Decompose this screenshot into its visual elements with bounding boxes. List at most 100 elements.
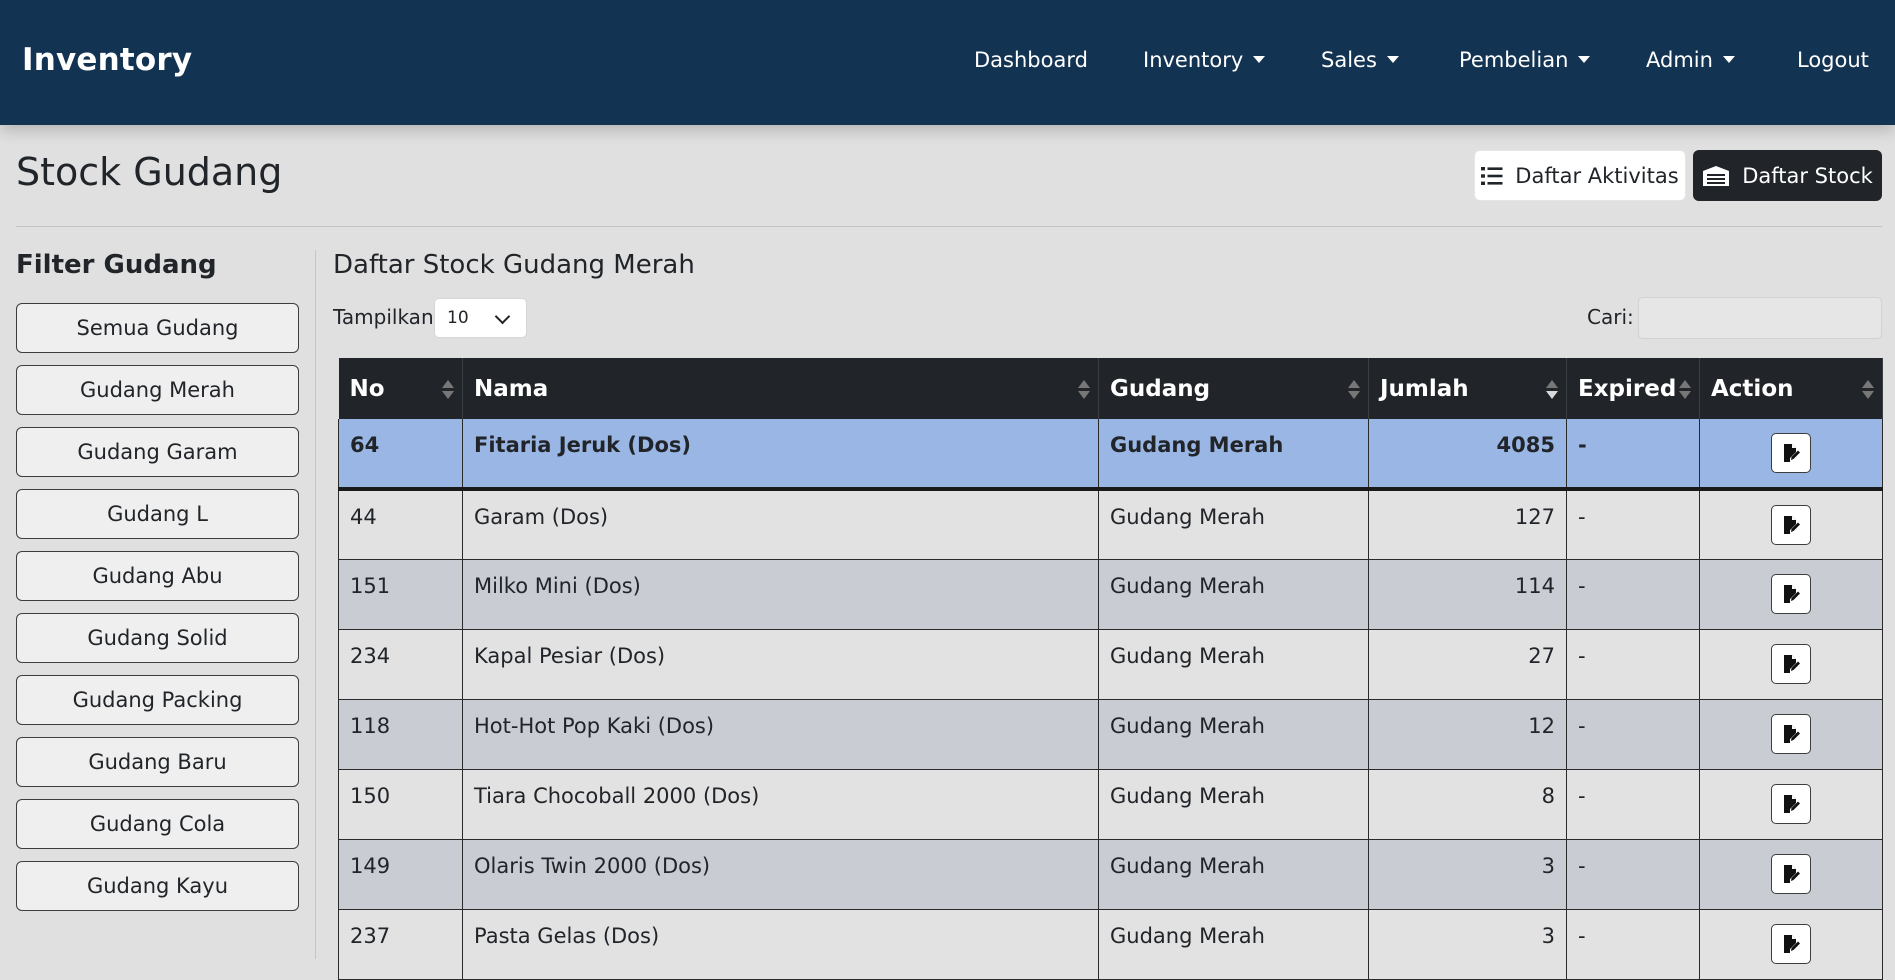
chevron-down-icon bbox=[1722, 56, 1735, 63]
cell-no: 234 bbox=[338, 629, 463, 700]
cell-nama: Garam (Dos) bbox=[462, 489, 1099, 560]
chevron-down-icon bbox=[1578, 56, 1591, 63]
page-title: Stock Gudang bbox=[16, 150, 283, 194]
edit-file-icon bbox=[1784, 724, 1800, 743]
filter-gudang-baru-button[interactable]: Gudang Baru bbox=[16, 737, 299, 787]
sort-icon bbox=[1862, 380, 1874, 400]
cell-gudang: Gudang Merah bbox=[1098, 559, 1369, 630]
cell-gudang: Gudang Merah bbox=[1098, 769, 1369, 840]
nav-sales[interactable]: Sales bbox=[1321, 48, 1399, 72]
table-row[interactable]: 44 Garam (Dos) Gudang Merah 127 - bbox=[338, 489, 1883, 560]
edit-file-icon bbox=[1784, 864, 1800, 883]
filter-gudang-kayu-button[interactable]: Gudang Kayu bbox=[16, 861, 299, 911]
table-row[interactable]: 118 Hot-Hot Pop Kaki (Dos) Gudang Merah … bbox=[338, 699, 1883, 770]
cell-gudang: Gudang Merah bbox=[1098, 419, 1369, 491]
column-header-label: No bbox=[349, 375, 385, 402]
column-header-label: Nama bbox=[474, 375, 549, 402]
cell-gudang: Gudang Merah bbox=[1098, 839, 1369, 910]
nav-logout[interactable]: Logout bbox=[1797, 48, 1869, 72]
daftar-aktivitas-button[interactable]: Daftar Aktivitas bbox=[1474, 150, 1686, 201]
nav-dashboard-label: Dashboard bbox=[974, 48, 1088, 72]
nav-admin-label: Admin bbox=[1646, 48, 1713, 72]
column-header-action[interactable]: Action bbox=[1699, 358, 1883, 419]
chevron-down-icon bbox=[1253, 56, 1266, 63]
chevron-down-icon bbox=[494, 308, 511, 325]
nav-inventory[interactable]: Inventory bbox=[1143, 48, 1266, 72]
edit-file-icon bbox=[1784, 794, 1800, 813]
cell-jumlah: 3 bbox=[1368, 909, 1567, 980]
cell-no: 149 bbox=[338, 839, 463, 910]
cell-jumlah: 127 bbox=[1368, 489, 1567, 560]
filter-gudang-l-button[interactable]: Gudang L bbox=[16, 489, 299, 539]
nav-pembelian[interactable]: Pembelian bbox=[1459, 48, 1591, 72]
table-header-row: No Nama Gudang Jumlah Expired Action bbox=[338, 358, 1883, 419]
cell-nama: Tiara Chocoball 2000 (Dos) bbox=[462, 769, 1099, 840]
column-header-nama[interactable]: Nama bbox=[462, 358, 1099, 419]
cell-no: 237 bbox=[338, 909, 463, 980]
filter-gudang-list: Semua Gudang Gudang Merah Gudang Garam G… bbox=[16, 303, 299, 923]
filter-gudang-cola-button[interactable]: Gudang Cola bbox=[16, 799, 299, 849]
table-row[interactable]: 64 Fitaria Jeruk (Dos) Gudang Merah 4085… bbox=[338, 419, 1883, 491]
sort-icon bbox=[442, 380, 454, 400]
column-header-no[interactable]: No bbox=[338, 358, 463, 419]
table-row[interactable]: 149 Olaris Twin 2000 (Dos) Gudang Merah … bbox=[338, 839, 1883, 910]
table-row[interactable]: 150 Tiara Chocoball 2000 (Dos) Gudang Me… bbox=[338, 769, 1883, 840]
edit-button[interactable] bbox=[1771, 923, 1811, 964]
table-row[interactable]: 237 Pasta Gelas (Dos) Gudang Merah 3 - bbox=[338, 909, 1883, 980]
cell-gudang: Gudang Merah bbox=[1098, 699, 1369, 770]
cell-expired: - bbox=[1566, 839, 1700, 910]
column-header-gudang[interactable]: Gudang bbox=[1098, 358, 1369, 419]
cell-no: 118 bbox=[338, 699, 463, 770]
cell-expired: - bbox=[1566, 909, 1700, 980]
header-divider bbox=[16, 226, 1882, 227]
cell-expired: - bbox=[1566, 629, 1700, 700]
filter-gudang-packing-button[interactable]: Gudang Packing bbox=[16, 675, 299, 725]
sort-icon bbox=[1679, 380, 1691, 400]
edit-file-icon bbox=[1784, 516, 1800, 534]
cell-no: 151 bbox=[338, 559, 463, 630]
filter-gudang-merah-button[interactable]: Gudang Merah bbox=[16, 365, 299, 415]
nav-inventory-label: Inventory bbox=[1143, 48, 1244, 72]
nav-admin[interactable]: Admin bbox=[1646, 48, 1735, 72]
edit-button[interactable] bbox=[1771, 505, 1811, 545]
cell-jumlah: 3 bbox=[1368, 839, 1567, 910]
cell-expired: - bbox=[1566, 699, 1700, 770]
edit-file-icon bbox=[1784, 444, 1800, 462]
page-length-select[interactable]: 10 bbox=[434, 298, 527, 338]
column-header-expired[interactable]: Expired bbox=[1566, 358, 1700, 419]
edit-button[interactable] bbox=[1771, 433, 1811, 473]
edit-button[interactable] bbox=[1771, 713, 1811, 754]
edit-button[interactable] bbox=[1771, 783, 1811, 824]
nav-dashboard[interactable]: Dashboard bbox=[974, 48, 1088, 72]
edit-button[interactable] bbox=[1771, 573, 1811, 614]
cell-action bbox=[1699, 629, 1883, 700]
edit-file-icon bbox=[1784, 654, 1800, 673]
search-input[interactable] bbox=[1638, 297, 1882, 339]
cell-expired: - bbox=[1566, 419, 1700, 491]
cell-action bbox=[1699, 419, 1883, 491]
stock-table: No Nama Gudang Jumlah Expired Action 64 … bbox=[338, 358, 1883, 980]
cell-no: 150 bbox=[338, 769, 463, 840]
column-header-jumlah[interactable]: Jumlah bbox=[1368, 358, 1567, 419]
filter-gudang-abu-button[interactable]: Gudang Abu bbox=[16, 551, 299, 601]
cell-nama: Olaris Twin 2000 (Dos) bbox=[462, 839, 1099, 910]
daftar-stock-button[interactable]: Daftar Stock bbox=[1693, 150, 1882, 201]
cell-nama: Pasta Gelas (Dos) bbox=[462, 909, 1099, 980]
edit-file-icon bbox=[1784, 584, 1800, 603]
table-row[interactable]: 151 Milko Mini (Dos) Gudang Merah 114 - bbox=[338, 559, 1883, 630]
cell-jumlah: 114 bbox=[1368, 559, 1567, 630]
column-header-label: Gudang bbox=[1110, 375, 1211, 402]
filter-gudang-garam-button[interactable]: Gudang Garam bbox=[16, 427, 299, 477]
warehouse-icon bbox=[1703, 165, 1730, 186]
edit-button[interactable] bbox=[1771, 643, 1811, 684]
filter-gudang-solid-button[interactable]: Gudang Solid bbox=[16, 613, 299, 663]
navbar-brand[interactable]: Inventory bbox=[22, 42, 192, 78]
edit-button[interactable] bbox=[1771, 853, 1811, 894]
top-navbar: Inventory Dashboard Inventory Sales Pemb… bbox=[0, 0, 1895, 125]
cell-no: 64 bbox=[338, 419, 463, 491]
filter-semua-gudang-button[interactable]: Semua Gudang bbox=[16, 303, 299, 353]
cell-expired: - bbox=[1566, 559, 1700, 630]
table-row[interactable]: 234 Kapal Pesiar (Dos) Gudang Merah 27 - bbox=[338, 629, 1883, 700]
cell-action bbox=[1699, 909, 1883, 980]
chevron-down-icon bbox=[1386, 56, 1399, 63]
